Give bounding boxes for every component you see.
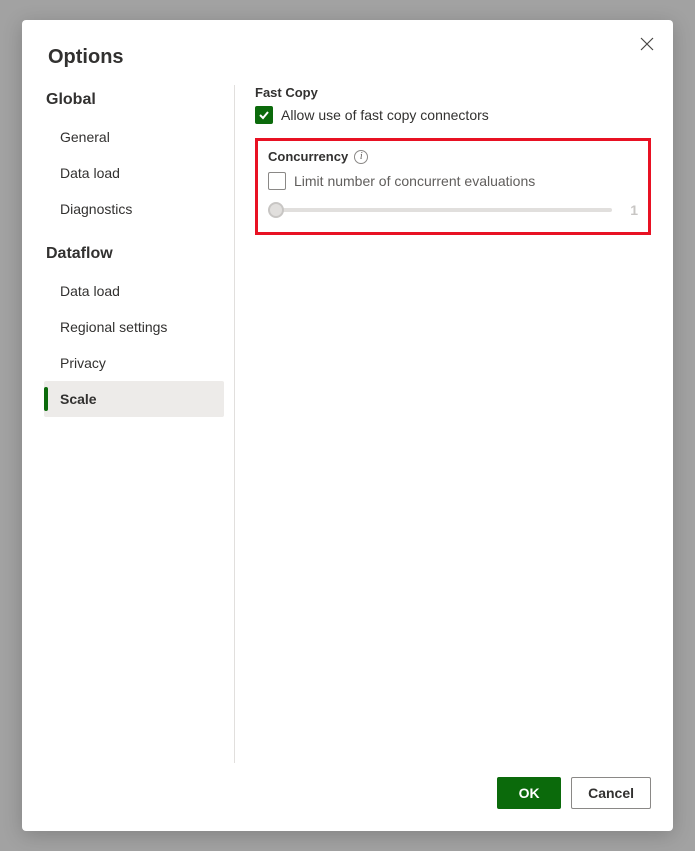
sidebar-item-data-load-dataflow[interactable]: Data load — [44, 273, 224, 309]
close-button[interactable] — [635, 32, 659, 56]
sidebar-item-scale[interactable]: Scale — [44, 381, 224, 417]
sidebar-item-general[interactable]: General — [44, 119, 224, 155]
checkmark-icon — [258, 109, 270, 121]
vertical-divider — [234, 85, 235, 763]
concurrency-highlight: Concurrency i Limit number of concurrent… — [255, 138, 651, 235]
content-pane: Fast Copy Allow use of fast copy connect… — [243, 85, 651, 763]
concurrency-slider[interactable] — [268, 208, 612, 212]
fast-copy-section-label: Fast Copy — [255, 85, 651, 100]
sidebar-item-privacy[interactable]: Privacy — [44, 345, 224, 381]
sidebar-group-dataflow: Dataflow — [46, 245, 224, 263]
close-icon — [640, 37, 654, 51]
fast-copy-row: Allow use of fast copy connectors — [255, 106, 651, 124]
sidebar-item-regional-settings[interactable]: Regional settings — [44, 309, 224, 345]
fast-copy-checkbox-label: Allow use of fast copy connectors — [281, 107, 489, 123]
slider-thumb[interactable] — [268, 202, 284, 218]
sidebar-group-global: Global — [46, 91, 224, 109]
concurrency-slider-value: 1 — [624, 202, 638, 218]
concurrency-section-label: Concurrency — [268, 149, 348, 164]
dialog-title: Options — [48, 46, 647, 69]
ok-button[interactable]: OK — [497, 777, 561, 809]
fast-copy-checkbox[interactable] — [255, 106, 273, 124]
sidebar: Global General Data load Diagnostics Dat… — [44, 85, 234, 763]
concurrency-slider-row: 1 — [268, 202, 638, 218]
concurrency-checkbox-label: Limit number of concurrent evaluations — [294, 173, 535, 189]
concurrency-checkbox[interactable] — [268, 172, 286, 190]
sidebar-item-data-load-global[interactable]: Data load — [44, 155, 224, 191]
dialog-footer: OK Cancel — [44, 763, 651, 809]
sidebar-item-diagnostics[interactable]: Diagnostics — [44, 191, 224, 227]
options-dialog: Options Global General Data load Diagnos… — [22, 20, 673, 831]
cancel-button[interactable]: Cancel — [571, 777, 651, 809]
info-icon[interactable]: i — [354, 150, 368, 164]
dialog-body: Global General Data load Diagnostics Dat… — [44, 85, 651, 763]
